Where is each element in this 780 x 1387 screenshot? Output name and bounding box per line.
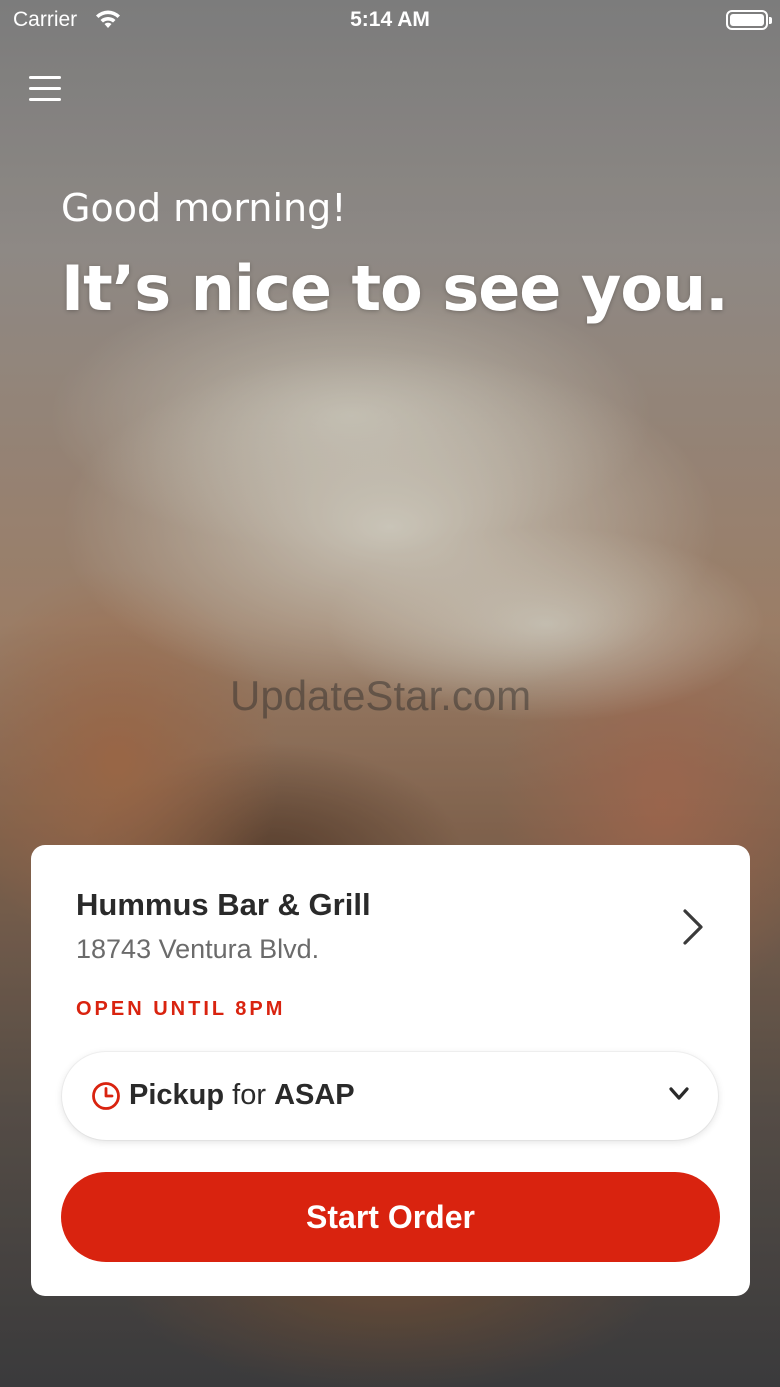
greeting-salutation: Good morning!	[61, 186, 347, 230]
location-card: Hummus Bar & Grill 18743 Ventura Blvd. O…	[31, 845, 750, 1296]
menu-line	[29, 76, 61, 79]
start-order-button[interactable]: Start Order	[61, 1172, 720, 1262]
status-bar: Carrier 5:14 AM	[0, 0, 780, 40]
greeting-headline: It’s nice to see you.	[61, 252, 729, 325]
battery-icon	[726, 10, 772, 30]
menu-line	[29, 87, 61, 90]
hamburger-menu-icon[interactable]	[29, 74, 61, 104]
clock-icon	[92, 1082, 120, 1110]
menu-line	[29, 98, 61, 101]
open-status-label: OPEN UNTIL 8PM	[76, 998, 286, 1020]
clock-time: 5:14 AM	[350, 8, 430, 31]
order-mode-text: Pickup for ASAP	[129, 1079, 355, 1112]
order-mode-connector: for	[232, 1079, 266, 1111]
location-address: 18743 Ventura Blvd.	[76, 934, 320, 964]
order-mode-type: Pickup	[129, 1079, 225, 1111]
chevron-right-icon	[683, 909, 703, 945]
location-name: Hummus Bar & Grill	[76, 887, 371, 922]
location-details-link[interactable]: Hummus Bar & Grill 18743 Ventura Blvd.	[31, 845, 750, 975]
order-mode-time: ASAP	[274, 1079, 355, 1111]
watermark: UpdateStar.com	[230, 672, 532, 719]
order-mode-selector[interactable]: Pickup for ASAP	[62, 1052, 718, 1140]
chevron-down-icon	[669, 1087, 689, 1100]
